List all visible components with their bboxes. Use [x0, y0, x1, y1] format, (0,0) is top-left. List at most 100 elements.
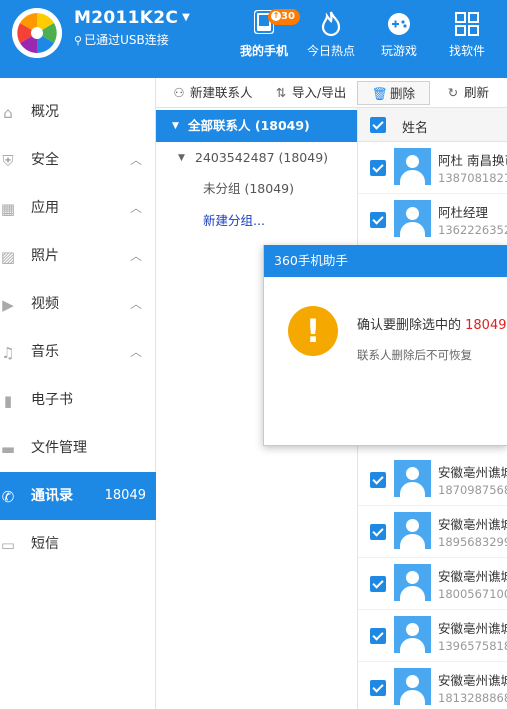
list-item[interactable]: 阿杜 南昌换币 13870818218 — [358, 142, 507, 194]
contact-phone: 18132888681 — [438, 691, 507, 705]
list-item[interactable]: 安徽亳州谯城 18005671000 — [358, 558, 507, 610]
contact-name: 安徽亳州谯城 — [438, 569, 507, 584]
sidebar-item-ebooks[interactable]: ▮ 电子书 — [0, 376, 156, 424]
music-note-icon: ♫ — [1, 344, 15, 362]
contact-name: 安徽亳州谯城 — [438, 465, 507, 480]
group-all-contacts[interactable]: ▼ 全部联系人 (18049) — [156, 110, 357, 142]
contact-phone: 13965758188 — [438, 639, 507, 653]
app-header: M2011K2C ▼ ⚲ 已通过USB连接 ↑ 30 我的手机 今日热点 玩游戏 找软… — [0, 0, 507, 78]
avatar — [394, 200, 431, 237]
device-name-dropdown[interactable]: M2011K2C ▼ — [74, 8, 190, 28]
contacts-toolbar: ⚇ 新建联系人 ⇅ 导入/导出 🗑 删除 ↻ 刷新 — [156, 78, 507, 108]
app-logo — [12, 8, 62, 58]
list-item[interactable]: 安徽亳州谯城 18132888681 — [358, 662, 507, 709]
nav-label: 今日热点 — [306, 44, 355, 58]
book-icon: ▮ — [3, 392, 13, 410]
group-account[interactable]: ▼ 2403542487 (18049) — [156, 142, 357, 174]
nav-label: 找软件 — [448, 44, 485, 58]
sidebar-item-apps[interactable]: ▦ 应用 ︿ — [0, 184, 156, 232]
add-user-icon: ⚇ — [173, 85, 185, 100]
group-label: 未分组 (18049) — [203, 181, 294, 196]
chevron-up-icon[interactable]: ︿ — [130, 280, 142, 328]
chevron-up-icon[interactable]: ︿ — [130, 136, 142, 184]
trash-icon: 🗑 — [372, 86, 388, 101]
sidebar-item-label: 应用 — [31, 200, 59, 216]
row-checkbox[interactable] — [370, 680, 386, 696]
sidebar-item-sms[interactable]: ▭ 短信 — [0, 520, 156, 568]
device-status-text: 已通过USB连接 — [84, 33, 169, 47]
usb-icon: ⚲ — [74, 34, 83, 47]
nav-find-software[interactable]: 找软件 — [433, 0, 501, 78]
chevron-up-icon[interactable]: ︿ — [130, 184, 142, 232]
sidebar-item-label: 音乐 — [31, 344, 59, 360]
avatar — [394, 512, 431, 549]
row-checkbox[interactable] — [370, 524, 386, 540]
row-checkbox[interactable] — [370, 160, 386, 176]
contact-phone: 18005671000 — [438, 587, 507, 601]
sidebar-item-label: 视频 — [31, 296, 59, 312]
sidebar-item-overview[interactable]: ⌂ 概况 — [0, 88, 156, 136]
phone-icon: ✆ — [1, 488, 15, 506]
contact-name: 阿杜经理 — [438, 205, 489, 220]
dialog-subtext: 联系人删除后不可恢复 — [357, 348, 472, 362]
contacts-count: 18049 — [104, 488, 146, 503]
new-group-link[interactable]: 新建分组... — [156, 205, 357, 237]
play-icon: ▶ — [2, 296, 14, 314]
game-controller-icon — [385, 10, 413, 38]
contact-phone: 18956832990 — [438, 535, 507, 549]
nav-games[interactable]: 玩游戏 — [365, 0, 433, 78]
new-contact-button[interactable]: ⚇ 新建联系人 — [172, 81, 252, 105]
list-item[interactable]: 安徽亳州谯城 18709875680 — [358, 454, 507, 506]
sidebar-item-label: 短信 — [31, 536, 59, 552]
chevron-up-icon[interactable]: ︿ — [130, 232, 142, 280]
list-item[interactable]: 阿杜经理 13622263526 — [358, 194, 507, 246]
sidebar-item-music[interactable]: ♫ 音乐 ︿ — [0, 328, 156, 376]
sidebar-item-label: 概况 — [31, 104, 59, 120]
avatar — [394, 460, 431, 497]
avatar — [394, 616, 431, 653]
arrow-up-icon: ↑ — [271, 11, 281, 21]
row-checkbox[interactable] — [370, 212, 386, 228]
list-item[interactable]: 安徽亳州谯城 13965758188 — [358, 610, 507, 662]
import-export-button[interactable]: ⇅ 导入/导出 — [274, 81, 346, 105]
sidebar-item-security[interactable]: ⛨ 安全 ︿ — [0, 136, 156, 184]
apps-grid-icon — [453, 10, 481, 38]
contact-phone: 18709875680 — [438, 483, 507, 497]
sidebar-item-files[interactable]: ▬ 文件管理 — [0, 424, 156, 472]
row-checkbox[interactable] — [370, 576, 386, 592]
sidebar-item-contacts[interactable]: ✆ 通讯录 18049 — [0, 472, 156, 520]
image-icon: ▨ — [0, 248, 16, 266]
refresh-button[interactable]: ↻ 刷新 — [446, 81, 489, 105]
sidebar-item-videos[interactable]: ▶ 视频 ︿ — [0, 280, 156, 328]
dialog-title[interactable]: 360手机助手 — [264, 245, 507, 277]
column-header-name: 姓名 — [402, 121, 429, 136]
nav-hot-news[interactable]: 今日热点 — [297, 0, 365, 78]
warning-icon: ! — [288, 306, 338, 356]
sidebar-item-label: 文件管理 — [31, 440, 87, 456]
nav-label: 玩游戏 — [380, 44, 417, 58]
contact-phone: 13622263526 — [438, 223, 507, 237]
contact-list-header: 姓名 — [358, 108, 507, 142]
list-item[interactable]: 安徽亳州谯城 18956832990 — [358, 506, 507, 558]
row-checkbox[interactable] — [370, 472, 386, 488]
contact-name: 阿杜 南昌换币 — [438, 153, 507, 168]
apps-icon: ▦ — [0, 200, 16, 218]
caret-down-icon: ▼ — [182, 12, 191, 23]
contact-name: 安徽亳州谯城 — [438, 517, 507, 532]
dialog-message-text: 确认要删除选中的 — [357, 318, 466, 333]
delete-button[interactable]: 🗑 删除 — [357, 81, 431, 105]
sidebar-item-label: 电子书 — [31, 392, 73, 408]
device-status: ⚲ 已通过USB连接 — [74, 31, 169, 48]
nav-my-phone[interactable]: ↑ 30 我的手机 — [230, 0, 300, 78]
chevron-up-icon[interactable]: ︿ — [130, 328, 142, 376]
caret-down-icon[interactable]: ▼ — [178, 142, 185, 174]
caret-down-icon[interactable]: ▼ — [172, 110, 179, 142]
home-icon: ⌂ — [3, 104, 13, 122]
contact-phone: 13870818218 — [438, 171, 507, 185]
import-export-icon: ⇅ — [275, 85, 287, 100]
group-ungrouped[interactable]: 未分组 (18049) — [156, 173, 357, 205]
sidebar-item-photos[interactable]: ▨ 照片 ︿ — [0, 232, 156, 280]
row-checkbox[interactable] — [370, 628, 386, 644]
group-label: 2403542487 (18049) — [195, 150, 329, 165]
select-all-checkbox[interactable] — [370, 117, 386, 133]
